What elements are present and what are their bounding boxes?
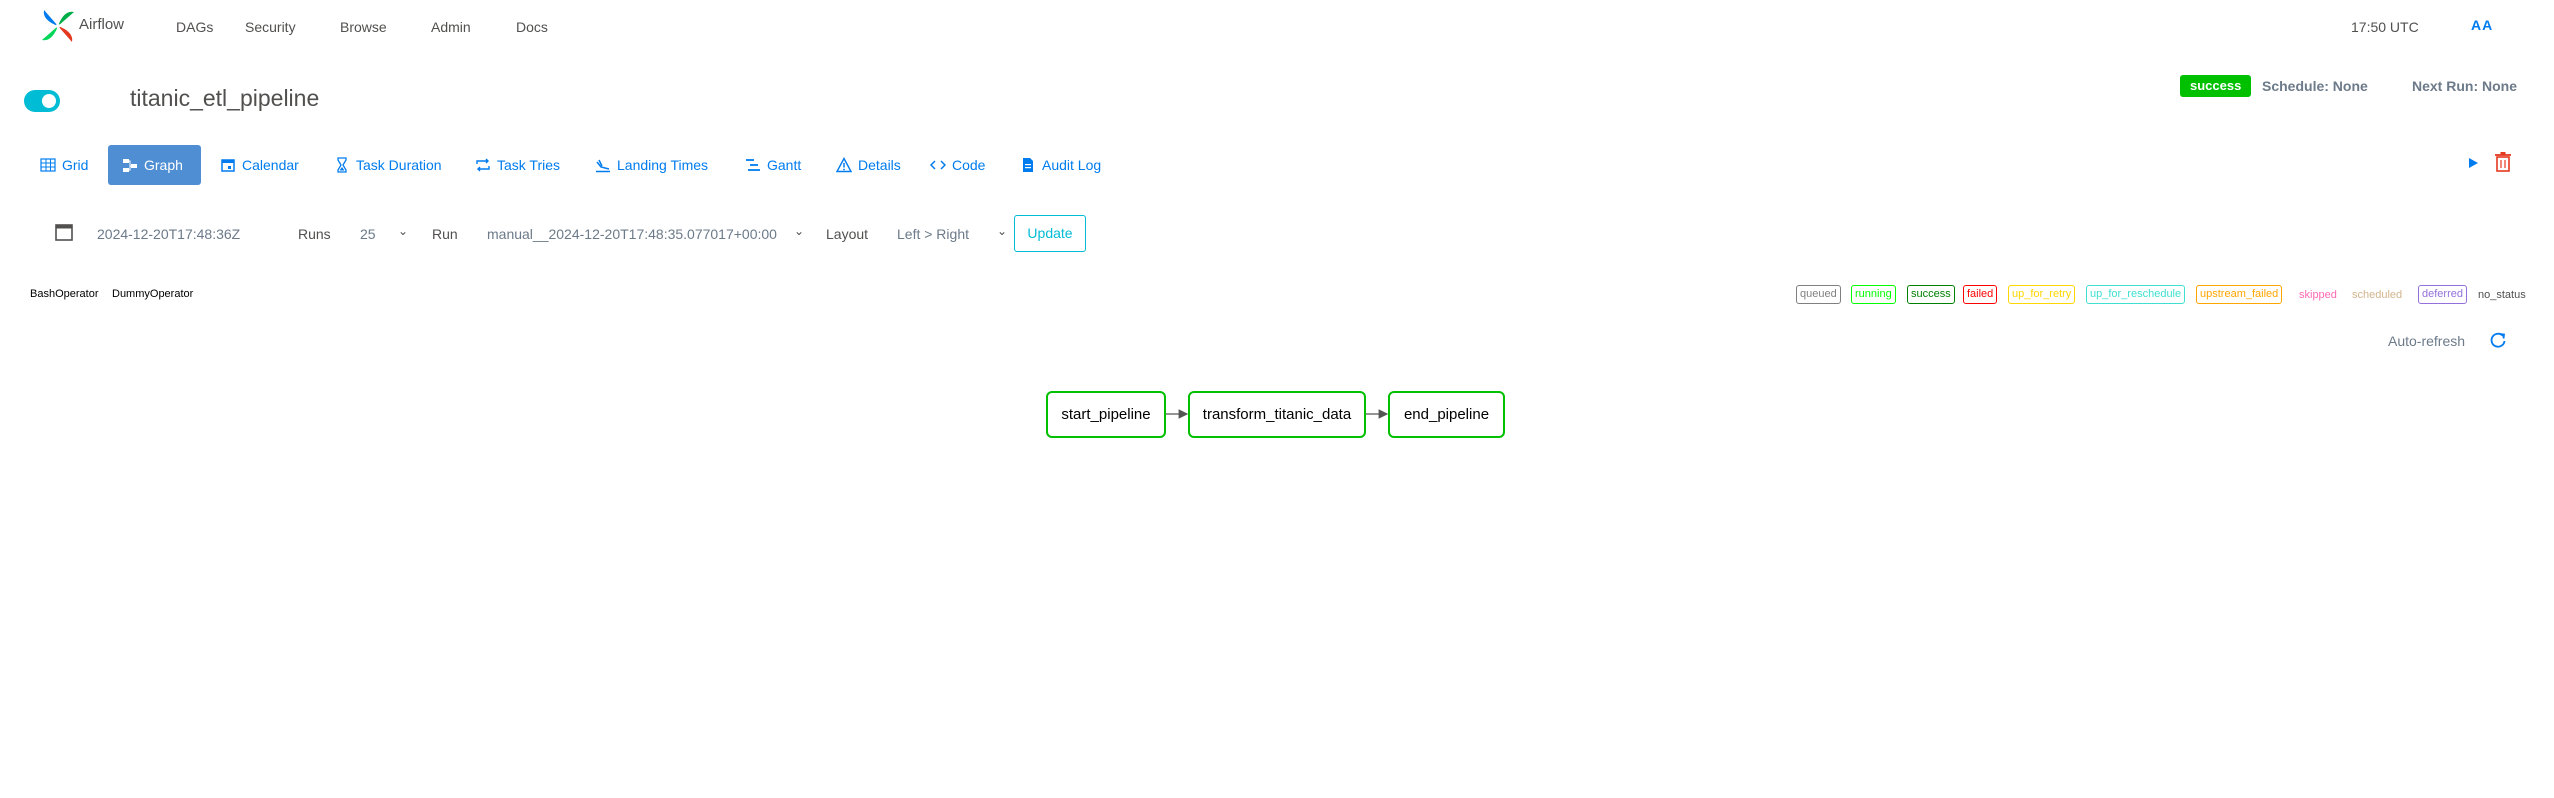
- tab-task-duration[interactable]: Task Duration: [324, 145, 452, 185]
- document-icon: [1023, 158, 1033, 172]
- tab-label: Task Tries: [497, 157, 561, 173]
- airflow-logo-icon[interactable]: [38, 6, 78, 46]
- top-navbar: Airflow DAGs Security Browse Admin Docs …: [0, 0, 2554, 52]
- run-select[interactable]: manual__2024-12-20T17:48:35.077017+00:00: [487, 226, 777, 242]
- tab-landing-times[interactable]: Landing Times: [585, 145, 718, 185]
- tab-label: Audit Log: [1042, 157, 1102, 173]
- operator-bash[interactable]: BashOperator: [30, 288, 98, 300]
- chevron-down-icon[interactable]: ⌄: [794, 224, 804, 238]
- chevron-down-icon[interactable]: ⌄: [398, 224, 408, 238]
- legend-failed: failed: [1963, 285, 1998, 304]
- tab-label: Grid: [62, 157, 89, 173]
- nav-security[interactable]: Security: [245, 19, 296, 35]
- utc-clock[interactable]: 17:50 UTC: [2351, 19, 2419, 35]
- runs-select[interactable]: 25: [360, 226, 376, 242]
- task-node-transform-titanic-data[interactable]: transform_titanic_data: [1188, 391, 1366, 438]
- dag-state-badge: success: [2180, 75, 2252, 97]
- runs-label: Runs: [298, 226, 331, 242]
- update-button[interactable]: Update: [1014, 215, 1086, 252]
- legend-skipped: skipped: [2299, 289, 2337, 301]
- warning-triangle-icon: [836, 157, 852, 173]
- schedule-info: Schedule: None: [2262, 78, 2368, 94]
- layout-select[interactable]: Left > Right: [897, 226, 969, 242]
- tab-calendar[interactable]: Calendar: [210, 145, 309, 185]
- grid-icon: [40, 158, 56, 172]
- tab-details[interactable]: Details: [826, 145, 911, 185]
- dag-pause-toggle[interactable]: [24, 90, 60, 112]
- legend-queued: queued: [1796, 285, 1841, 304]
- tab-label: Code: [952, 157, 986, 173]
- trigger-dag-play-icon[interactable]: [2462, 152, 2484, 174]
- tab-label: Task Duration: [356, 157, 442, 173]
- tab-grid[interactable]: Grid: [30, 145, 98, 185]
- toggle-knob: [42, 94, 56, 108]
- nav-admin[interactable]: Admin: [431, 19, 471, 35]
- chevron-down-icon[interactable]: ⌄: [997, 224, 1007, 238]
- nav-docs[interactable]: Docs: [516, 19, 548, 35]
- dag-title: titanic_etl_pipeline: [130, 85, 320, 111]
- legend-success: success: [1907, 285, 1955, 304]
- gantt-icon: [746, 159, 760, 171]
- tab-label: Graph: [144, 157, 183, 173]
- tab-audit-log[interactable]: Audit Log: [1010, 145, 1111, 185]
- user-avatar[interactable]: AA: [2471, 17, 2493, 33]
- legend-upstream-failed: upstream_failed: [2196, 285, 2283, 304]
- legend-no-status: no_status: [2478, 289, 2526, 301]
- hourglass-icon: [337, 157, 347, 173]
- refresh-icon[interactable]: [2488, 330, 2508, 350]
- operator-dummy[interactable]: DummyOperator: [112, 288, 193, 300]
- graph-icon: [123, 159, 137, 172]
- tab-label: Landing Times: [617, 157, 709, 173]
- task-node-start-pipeline[interactable]: start_pipeline: [1046, 391, 1166, 438]
- tab-label: Gantt: [767, 157, 802, 173]
- tab-gantt[interactable]: Gantt: [735, 145, 811, 185]
- next-run-info: Next Run: None: [2412, 78, 2517, 94]
- code-icon: [930, 160, 946, 170]
- legend-up-for-reschedule: up_for_reschedule: [2086, 285, 2186, 304]
- tab-code[interactable]: Code: [920, 145, 995, 185]
- legend-deferred: deferred: [2418, 285, 2467, 304]
- legend-up-for-retry: up_for_retry: [2008, 285, 2076, 304]
- tab-label: Calendar: [242, 157, 299, 173]
- base-date-calendar-icon[interactable]: [54, 222, 74, 242]
- tab-task-tries[interactable]: Task Tries: [465, 145, 570, 185]
- brand-name[interactable]: Airflow: [79, 16, 124, 33]
- legend-running: running: [1851, 285, 1896, 304]
- landing-icon: [596, 159, 610, 173]
- calendar-icon: [221, 159, 235, 172]
- nav-dags[interactable]: DAGs: [176, 19, 213, 35]
- delete-dag-trash-icon[interactable]: [2492, 150, 2514, 174]
- run-label: Run: [432, 226, 458, 242]
- legend-scheduled: scheduled: [2352, 289, 2403, 301]
- tab-graph[interactable]: Graph: [108, 145, 201, 185]
- base-date-input[interactable]: 2024-12-20T17:48:36Z: [97, 226, 240, 242]
- task-node-end-pipeline[interactable]: end_pipeline: [1388, 391, 1505, 438]
- layout-label: Layout: [826, 226, 869, 242]
- retry-icon: [476, 158, 490, 172]
- tab-label: Details: [858, 157, 901, 173]
- auto-refresh-label[interactable]: Auto-refresh: [2388, 333, 2465, 349]
- nav-browse[interactable]: Browse: [340, 19, 387, 35]
